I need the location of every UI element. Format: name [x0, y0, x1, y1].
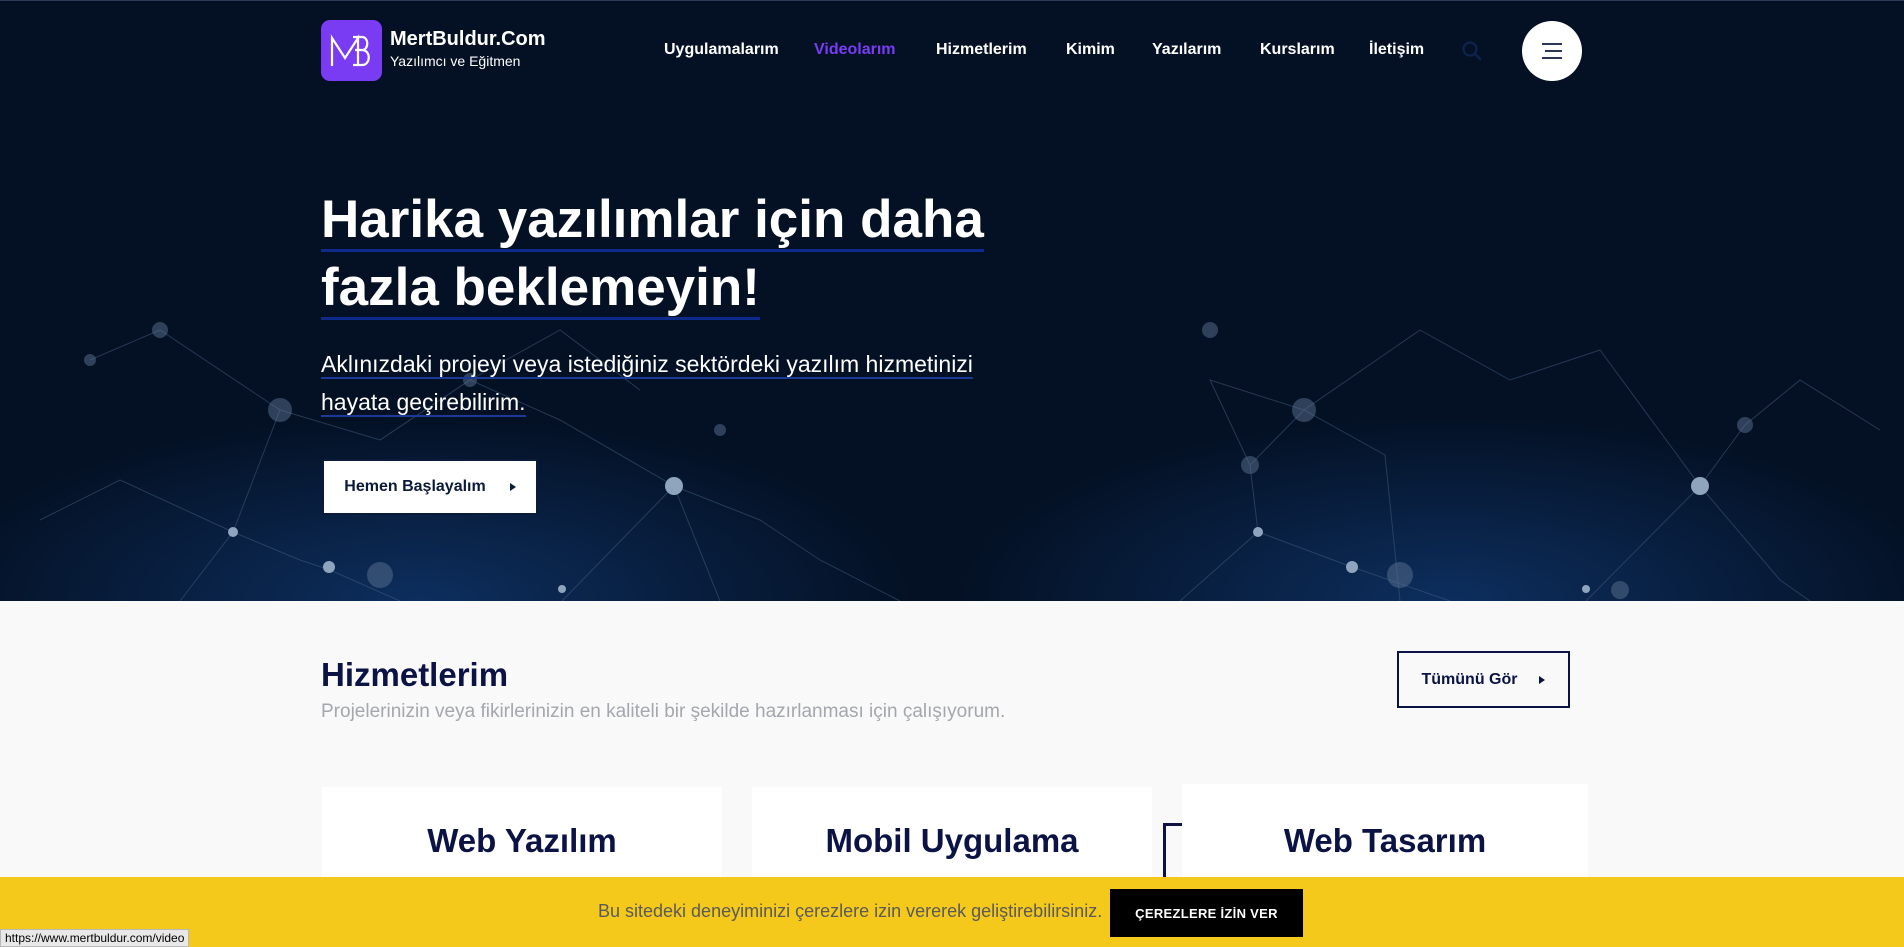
hero-subtitle-line2: hayata geçirebilirim.	[321, 389, 526, 417]
arrow-right-icon	[509, 483, 516, 491]
services-title: Hizmetlerim	[321, 656, 509, 693]
hero-title-line2: fazla beklemeyin!	[321, 258, 760, 320]
hamburger-menu-button[interactable]	[1522, 21, 1582, 81]
logo-icon[interactable]	[321, 20, 382, 81]
see-all-button[interactable]: Tümünü Gör	[1397, 651, 1570, 708]
nav-item-hizmetlerim[interactable]: Hizmetlerim	[936, 41, 1027, 59]
search-icon[interactable]	[1461, 40, 1483, 62]
hero-title: Harika yazılımlar için daha fazla beklem…	[321, 186, 1081, 322]
top-border	[0, 0, 1904, 1]
logo-mark-icon	[330, 33, 370, 66]
services-description: Projelerinizin veya fikirlerinizin en ka…	[321, 701, 1006, 722]
arrow-right-icon	[1539, 675, 1546, 684]
status-bar-url: https://www.mertbuldur.com/video	[0, 929, 190, 947]
site-tagline: Yazılımcı ve Eğitmen	[390, 53, 521, 69]
get-started-label: Hemen Başlayalım	[344, 478, 486, 495]
hero-subtitle-line1: Aklınızdaki projeyi veya istediğiniz sek…	[321, 351, 973, 379]
cookie-message: Bu sitedeki deneyiminizi çerezlere izin …	[598, 901, 1103, 921]
see-all-label: Tümünü Gör	[1421, 670, 1518, 688]
nav-item-videolarim[interactable]: Videolarım	[814, 41, 896, 59]
hero-subtitle: Aklınızdaki projeyi veya istediğiniz sek…	[321, 345, 1041, 421]
nav-item-uygulamalarim[interactable]: Uygulamalarım	[664, 41, 779, 59]
nav-item-kimim[interactable]: Kimim	[1066, 41, 1115, 59]
accept-cookies-button[interactable]: ÇEREZLERE İZİN VER	[1110, 889, 1303, 937]
cookie-consent-bar: Bu sitedeki deneyiminizi çerezlere izin …	[0, 877, 1904, 947]
nav-item-yazilarim[interactable]: Yazılarım	[1152, 41, 1221, 59]
hero-section: MertBuldur.Com Yazılımcı ve Eğitmen Uygu…	[0, 0, 1904, 601]
hero-title-line1: Harika yazılımlar için daha	[321, 190, 984, 252]
get-started-button[interactable]: Hemen Başlayalım	[322, 459, 538, 515]
hamburger-menu-icon	[1542, 43, 1562, 59]
nav-item-iletisim[interactable]: İletişim	[1369, 41, 1424, 59]
site-name[interactable]: MertBuldur.Com	[390, 28, 546, 51]
nav-item-kurslarim[interactable]: Kurslarım	[1260, 41, 1335, 59]
